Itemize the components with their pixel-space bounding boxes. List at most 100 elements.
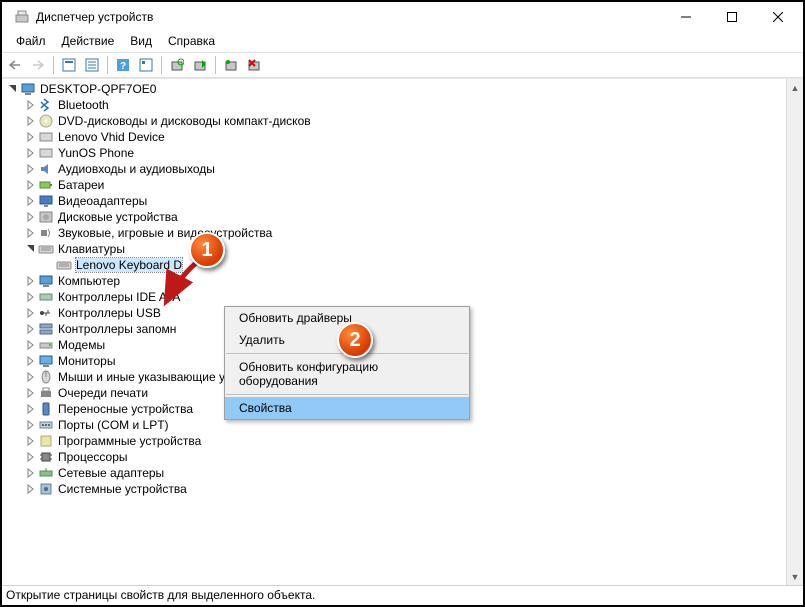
tree-label: Сетевые адаптеры — [58, 466, 164, 480]
keyboard-icon — [38, 241, 54, 257]
battery-icon — [38, 177, 54, 193]
expand-arrow-icon[interactable] — [24, 370, 38, 384]
menu-view[interactable]: Вид — [122, 32, 160, 52]
maximize-button[interactable] — [709, 2, 755, 32]
expand-arrow-icon[interactable] — [24, 194, 38, 208]
toolbar-btn-2[interactable] — [81, 54, 103, 76]
forward-button[interactable] — [27, 54, 49, 76]
annotation-marker-2: 2 — [337, 322, 373, 358]
back-button[interactable] — [4, 54, 26, 76]
expand-arrow-icon[interactable] — [24, 114, 38, 128]
tree-category[interactable]: Процессоры — [2, 449, 803, 465]
expand-arrow-icon[interactable] — [24, 322, 38, 336]
tree-root[interactable]: DESKTOP-QPF7OE0 — [2, 81, 803, 97]
tree-category[interactable]: Lenovo Vhid Device — [2, 129, 803, 145]
tree-label: Компьютер — [58, 274, 120, 288]
tree-category[interactable]: Системные устройства — [2, 481, 803, 497]
tree-category[interactable]: DVD-дисководы и дисководы компакт-дисков — [2, 113, 803, 129]
ide-icon — [38, 289, 54, 305]
expand-arrow-icon[interactable] — [24, 434, 38, 448]
tree-category[interactable]: Клавиатуры — [2, 241, 803, 257]
expand-arrow-icon[interactable] — [24, 354, 38, 368]
expand-arrow-icon[interactable] — [24, 178, 38, 192]
vertical-scrollbar[interactable]: ▲ ▼ — [786, 79, 803, 585]
menu-file[interactable]: Файл — [8, 32, 54, 52]
annotation-marker-1: 1 — [189, 232, 225, 268]
printer-icon — [38, 385, 54, 401]
tree-category[interactable]: Программные устройства — [2, 433, 803, 449]
expand-arrow-icon[interactable] — [24, 306, 38, 320]
expand-arrow-icon[interactable] — [24, 226, 38, 240]
tree-category[interactable]: Сетевые адаптеры — [2, 465, 803, 481]
expand-arrow-icon[interactable] — [24, 242, 38, 256]
expand-arrow-icon[interactable] — [24, 450, 38, 464]
tree-category[interactable]: Компьютер — [2, 273, 803, 289]
monitor-icon — [38, 353, 54, 369]
scroll-up-button[interactable]: ▲ — [787, 79, 803, 96]
tree-label: Переносные устройства — [58, 402, 193, 416]
tree-category[interactable]: YunOS Phone — [2, 145, 803, 161]
expand-arrow-icon[interactable] — [24, 98, 38, 112]
tree-label: Процессоры — [58, 450, 128, 464]
modem-icon — [38, 337, 54, 353]
generic-icon — [38, 145, 54, 161]
expand-arrow-icon[interactable] — [24, 466, 38, 480]
mouse-icon — [38, 369, 54, 385]
expand-arrow-icon[interactable] — [24, 274, 38, 288]
tree-category[interactable]: Bluetooth — [2, 97, 803, 113]
tree-category[interactable]: Батареи — [2, 177, 803, 193]
window-title: Диспетчер устройств — [36, 10, 663, 24]
portable-icon — [38, 401, 54, 417]
tree-label: Контроллеры USB — [58, 306, 161, 320]
svg-text:?: ? — [120, 61, 126, 72]
statusbar-text: Открытие страницы свойств для выделенног… — [6, 588, 315, 602]
tree-category[interactable]: Дисковые устройства — [2, 209, 803, 225]
tree-label: Модемы — [58, 338, 105, 352]
expand-arrow-icon[interactable] — [24, 210, 38, 224]
uninstall-button[interactable] — [243, 54, 265, 76]
close-button[interactable] — [755, 2, 801, 32]
tree-device[interactable]: Lenovo Keyboard D — [2, 257, 803, 273]
expand-arrow-icon[interactable] — [24, 402, 38, 416]
menu-action[interactable]: Действие — [54, 32, 123, 52]
context-item[interactable]: Свойства — [225, 397, 469, 419]
help-button[interactable]: ? — [112, 54, 134, 76]
toolbar-btn-1[interactable] — [58, 54, 80, 76]
net-icon — [38, 465, 54, 481]
tree-label: Порты (COM и LPT) — [58, 418, 169, 432]
pc-icon — [38, 273, 54, 289]
toolbar-btn-4[interactable] — [135, 54, 157, 76]
expand-arrow-icon[interactable] — [24, 338, 38, 352]
scroll-down-button[interactable]: ▼ — [787, 568, 803, 585]
tree-label: Звуковые, игровые и видеоустройства — [58, 226, 272, 240]
minimize-button[interactable] — [663, 2, 709, 32]
expand-arrow-icon[interactable] — [24, 482, 38, 496]
tree-label: YunOS Phone — [58, 146, 134, 160]
bt-icon — [38, 97, 54, 113]
expand-arrow-icon[interactable] — [24, 418, 38, 432]
context-item[interactable]: Обновить конфигурацию оборудования — [225, 356, 469, 392]
expand-arrow-icon[interactable] — [24, 130, 38, 144]
scan-button[interactable] — [166, 54, 188, 76]
titlebar: Диспетчер устройств — [2, 2, 803, 32]
keyboard-icon — [56, 257, 72, 273]
tree-label: Дисковые устройства — [58, 210, 178, 224]
expand-arrow-icon[interactable] — [24, 290, 38, 304]
expand-arrow-icon[interactable] — [24, 146, 38, 160]
soft-icon — [38, 433, 54, 449]
tree-category[interactable]: Звуковые, игровые и видеоустройства — [2, 225, 803, 241]
tree-label: DVD-дисководы и дисководы компакт-дисков — [58, 114, 311, 128]
app-icon — [14, 9, 30, 25]
menu-help[interactable]: Справка — [160, 32, 223, 52]
hdd-icon — [38, 209, 54, 225]
expand-arrow-icon[interactable] — [42, 258, 56, 272]
tree-category[interactable]: Аудиовходы и аудиовыходы — [2, 161, 803, 177]
toolbar-btn-6[interactable] — [189, 54, 211, 76]
expand-arrow-icon[interactable] — [24, 162, 38, 176]
toolbar-btn-7[interactable] — [220, 54, 242, 76]
tree-label: Клавиатуры — [58, 242, 125, 256]
tree-category[interactable]: Контроллеры IDE ATA — [2, 289, 803, 305]
expand-arrow-icon[interactable] — [24, 386, 38, 400]
tree-category[interactable]: Видеоадаптеры — [2, 193, 803, 209]
expand-arrow-icon[interactable] — [6, 82, 20, 96]
